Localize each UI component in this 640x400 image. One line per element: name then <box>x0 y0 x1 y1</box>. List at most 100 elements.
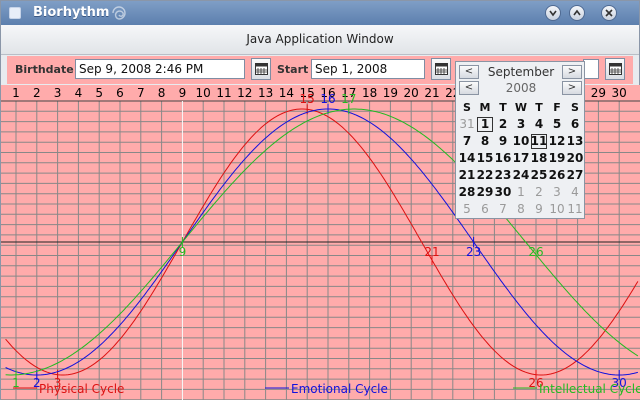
next-month-button[interactable]: > <box>562 65 582 79</box>
calendar-day[interactable]: 2 <box>530 184 548 201</box>
calendar-icon <box>435 63 448 75</box>
extra-calendar-button[interactable] <box>605 58 625 80</box>
calendar-day[interactable]: 27 <box>566 167 584 184</box>
calendar-day[interactable]: 8 <box>512 201 530 218</box>
calendar-day[interactable]: 29 <box>476 184 494 201</box>
calendar-day[interactable]: 4 <box>566 184 584 201</box>
calendar-day[interactable]: 30 <box>494 184 512 201</box>
calendar-day[interactable]: 14 <box>458 150 476 167</box>
calendar-day[interactable]: 6 <box>476 201 494 218</box>
calendar-day[interactable]: 12 <box>548 133 566 150</box>
calendar-day[interactable]: 19 <box>548 150 566 167</box>
close-button[interactable] <box>601 5 617 21</box>
calendar-week: 28 29 30 1 2 3 4 <box>458 184 584 201</box>
app-window: Biorhythm Java Application Window Birthd… <box>0 0 640 400</box>
day-tick-label: 11 <box>216 86 231 100</box>
day-tick-label: 12 <box>237 86 252 100</box>
calendar-day[interactable]: 8 <box>476 133 494 150</box>
birthdate-calendar-button[interactable] <box>251 58 271 80</box>
calendar-day[interactable]: 28 <box>458 184 476 201</box>
weekday-label: S <box>571 101 579 114</box>
calendar-day[interactable]: 7 <box>458 133 476 150</box>
calendar-icon <box>609 63 622 75</box>
calendar-day[interactable]: 5 <box>458 201 476 218</box>
cycle-day-label: 17 <box>341 92 356 106</box>
calendar-day[interactable]: 21 <box>458 167 476 184</box>
inner-window-header: Java Application Window <box>1 25 639 55</box>
calendar-day[interactable]: 25 <box>530 167 548 184</box>
day-tick-label: 1 <box>12 86 20 100</box>
weekday-label: F <box>553 101 561 114</box>
day-tick-label: 4 <box>75 86 83 100</box>
day-tick-label: 13 <box>258 86 273 100</box>
hidden-field[interactable] <box>583 59 599 79</box>
calendar-day[interactable]: 16 <box>494 150 512 167</box>
calendar-day[interactable]: 9 <box>530 201 548 218</box>
chevron-down-icon <box>549 10 557 17</box>
calendar-week: 31 1 2 3 4 5 6 <box>458 116 584 133</box>
weekday-label: S <box>463 101 471 114</box>
inner-window-title: Java Application Window <box>246 32 394 46</box>
legend-label: Emotional Cycle <box>291 382 388 396</box>
legend-label: Physical Cycle <box>39 382 124 396</box>
weekday-label: T <box>535 101 543 114</box>
title-bar[interactable]: Biorhythm <box>1 1 639 25</box>
next-year-button[interactable]: > <box>562 81 582 95</box>
weekday-label: M <box>479 101 491 114</box>
calendar-day[interactable]: 24 <box>512 167 530 184</box>
calendar-day[interactable]: 1 <box>476 116 494 133</box>
calendar-day[interactable]: 3 <box>548 184 566 201</box>
app-icon <box>9 7 21 19</box>
calendar-day[interactable]: 10 <box>548 201 566 218</box>
cycle-day-label: 16 <box>320 92 335 106</box>
chevron-up-icon <box>573 9 581 16</box>
birthdate-field[interactable]: Sep 9, 2008 2:46 PM <box>75 59 245 79</box>
calendar-week: 5 6 7 8 9 10 11 <box>458 201 584 218</box>
calendar-day[interactable]: 3 <box>512 116 530 133</box>
calendar-day[interactable]: 11 <box>566 201 584 218</box>
calendar-week: 7 8 9 10 11 12 13 <box>458 133 584 150</box>
calendar-day[interactable]: 22 <box>476 167 494 184</box>
calendar-day[interactable]: 13 <box>566 133 584 150</box>
calendar-day[interactable]: 1 <box>512 184 530 201</box>
day-tick-label: 9 <box>179 86 187 100</box>
calendar-day[interactable]: 20 <box>566 150 584 167</box>
start-calendar-button[interactable] <box>431 58 451 80</box>
calendar-day[interactable]: 6 <box>566 116 584 133</box>
calendar-day[interactable]: 2 <box>494 116 512 133</box>
cycle-day-label: 9 <box>179 245 187 259</box>
calendar-day[interactable]: 5 <box>548 116 566 133</box>
calendar-week: 21 22 23 24 25 26 27 <box>458 167 584 184</box>
calendar-popup: < September > < 2008 > S M T W T F S 31 1 2 3 4 5 6 7 8… <box>455 61 585 219</box>
calendar-day[interactable]: 18 <box>530 150 548 167</box>
weekday-header: SMTWTFS <box>458 99 584 116</box>
close-icon <box>605 9 613 17</box>
day-tick-label: 14 <box>279 86 294 100</box>
day-tick-label: 20 <box>404 86 419 100</box>
day-tick-label: 19 <box>383 86 398 100</box>
window-title: Biorhythm <box>33 5 110 20</box>
start-date-field[interactable]: Sep 1, 2008 <box>311 59 425 79</box>
calendar-day[interactable]: 15 <box>476 150 494 167</box>
prev-month-button[interactable]: < <box>459 65 479 79</box>
day-tick-label: 10 <box>196 86 211 100</box>
maximize-button[interactable] <box>569 5 585 21</box>
calendar-day[interactable]: 11 <box>530 133 548 150</box>
calendar-day[interactable]: 23 <box>494 167 512 184</box>
day-tick-label: 21 <box>424 86 439 100</box>
calendar-day[interactable]: 4 <box>530 116 548 133</box>
calendar-day[interactable]: 17 <box>512 150 530 167</box>
calendar-day[interactable]: 31 <box>458 116 476 133</box>
day-tick-label: 5 <box>95 86 103 100</box>
prev-year-button[interactable]: < <box>459 81 479 95</box>
calendar-month: September <box>487 65 555 79</box>
start-label: Start <box>277 63 309 76</box>
calendar-day[interactable]: 9 <box>494 133 512 150</box>
swirl-icon <box>112 6 126 20</box>
calendar-day[interactable]: 7 <box>494 201 512 218</box>
calendar-year: 2008 <box>505 81 537 95</box>
calendar-day[interactable]: 26 <box>548 167 566 184</box>
minimize-button[interactable] <box>545 5 561 21</box>
calendar-day[interactable]: 10 <box>512 133 530 150</box>
calendar-grid: S M T W T F S 31 1 2 3 4 5 6 7 8 9 10 11 12 13 14 15 16 17 18 19 20… <box>458 99 584 218</box>
